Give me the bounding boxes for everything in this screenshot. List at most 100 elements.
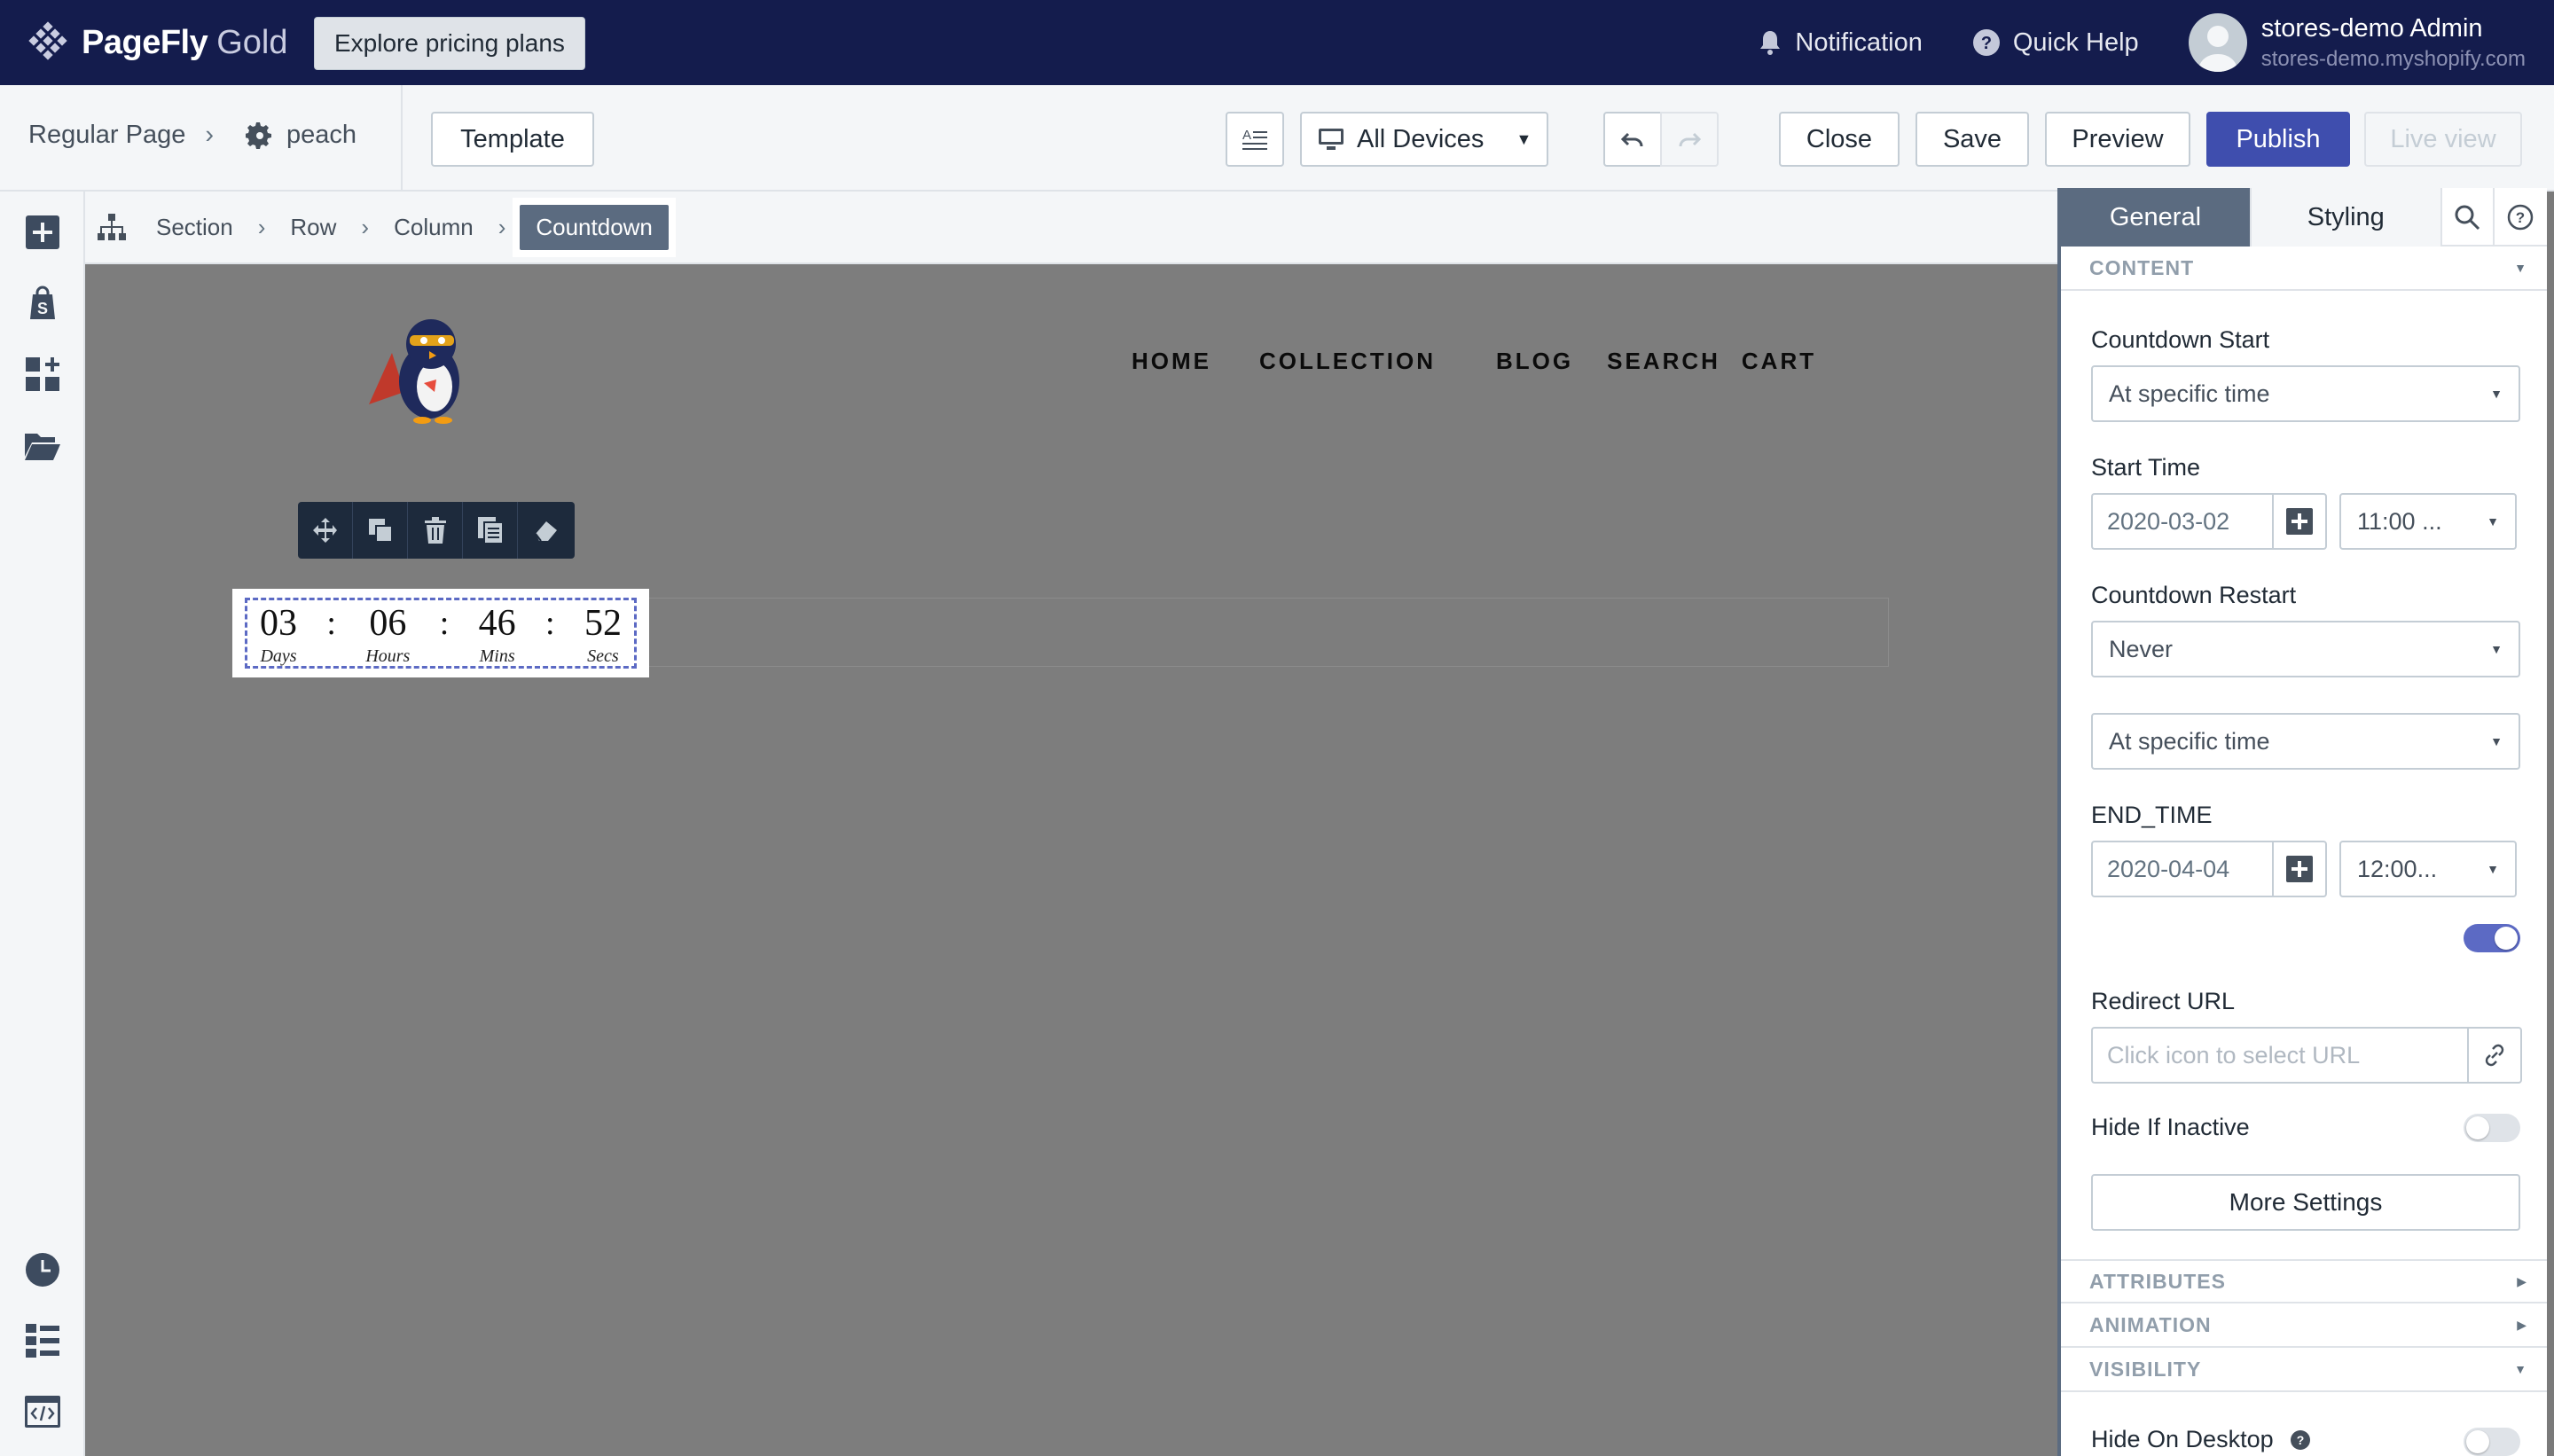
end-time-select[interactable]: 12:00... ▼ bbox=[2339, 841, 2517, 897]
nav-cart[interactable]: CART bbox=[1742, 348, 1816, 375]
clock-icon bbox=[26, 1253, 59, 1287]
breadcrumb-countdown-label: Countdown bbox=[520, 204, 669, 250]
avatar bbox=[2188, 13, 2247, 72]
breadcrumb-section[interactable]: Section bbox=[156, 214, 233, 241]
close-button[interactable]: Close bbox=[1779, 112, 1900, 167]
text-format-button[interactable]: A bbox=[1226, 112, 1284, 167]
attributes-section-header[interactable]: ATTRIBUTES ▶ bbox=[2061, 1259, 2547, 1303]
page-type-link[interactable]: Regular Page bbox=[28, 121, 185, 150]
user-info: stores-demo Admin stores-demo.myshopify.… bbox=[2261, 14, 2526, 72]
quick-help-link[interactable]: ? Quick Help bbox=[1972, 28, 2139, 58]
toggle-knob bbox=[2466, 1430, 2489, 1453]
breadcrumb-row[interactable]: Row bbox=[290, 214, 336, 241]
panel-help-button[interactable]: ? bbox=[2495, 188, 2547, 247]
live-view-button[interactable]: Live view bbox=[2364, 112, 2522, 167]
user-name: stores-demo Admin bbox=[2260, 13, 2483, 43]
help-circle-icon[interactable]: ? bbox=[2290, 1429, 2311, 1451]
code-button[interactable] bbox=[25, 1394, 60, 1429]
redirect-url-input[interactable]: Click icon to select URL bbox=[2091, 1027, 2467, 1084]
notification-label: Notification bbox=[1795, 27, 1923, 57]
publish-button[interactable]: Publish bbox=[2206, 112, 2350, 167]
caret-right-icon: ▶ bbox=[2517, 1317, 2527, 1332]
store-logo-penguin[interactable] bbox=[360, 300, 493, 433]
animation-section-header[interactable]: ANIMATION ▶ bbox=[2061, 1303, 2547, 1348]
outline-button[interactable] bbox=[25, 1323, 60, 1358]
end-mode-select[interactable]: At specific time ▼ bbox=[2091, 713, 2520, 770]
shopify-button[interactable]: S bbox=[25, 286, 60, 321]
undo-button[interactable] bbox=[1603, 112, 1662, 167]
element-breadcrumb: Section › Row › Column › Countdown bbox=[85, 192, 2057, 264]
hide-desktop-toggle[interactable] bbox=[2464, 1428, 2520, 1456]
plus-square-icon bbox=[26, 215, 59, 249]
paste-style-button[interactable] bbox=[518, 502, 573, 559]
page-breadcrumb: Regular Page › peach bbox=[28, 121, 356, 150]
select-url-button[interactable] bbox=[2467, 1027, 2522, 1084]
countdown-days: 03 Days bbox=[260, 600, 297, 667]
chevron-right-icon: › bbox=[257, 213, 266, 240]
countdown-element[interactable]: 03 Days : 06 Hours : 46 Mins : 52 Secs bbox=[232, 589, 649, 677]
duplicate-button[interactable] bbox=[353, 502, 408, 559]
breadcrumb-column[interactable]: Column bbox=[394, 214, 474, 241]
redirect-toggle[interactable] bbox=[2464, 924, 2520, 952]
page-name[interactable]: peach bbox=[286, 121, 356, 150]
countdown-restart-select[interactable]: Never ▼ bbox=[2091, 621, 2520, 677]
countdown-start-label: Countdown Start bbox=[2091, 326, 2270, 353]
row-outline bbox=[484, 598, 1889, 667]
explore-pricing-button[interactable]: Explore pricing plans bbox=[314, 17, 585, 70]
desktop-icon bbox=[1319, 129, 1344, 150]
history-button[interactable] bbox=[25, 1252, 60, 1288]
countdown-start-select[interactable]: At specific time ▼ bbox=[2091, 365, 2520, 422]
add-element-button[interactable] bbox=[25, 215, 60, 250]
start-date-picker-button[interactable] bbox=[2272, 493, 2327, 550]
text-align-icon: A bbox=[1242, 128, 1267, 150]
sitemap-icon[interactable] bbox=[98, 214, 126, 240]
more-settings-button[interactable]: More Settings bbox=[2091, 1174, 2520, 1231]
end-mode-value: At specific time bbox=[2109, 727, 2270, 755]
trash-icon bbox=[424, 517, 446, 544]
move-button[interactable] bbox=[298, 502, 353, 559]
help-circle-icon: ? bbox=[1972, 29, 2000, 56]
preview-button[interactable]: Preview bbox=[2045, 112, 2190, 167]
end-time-label: END_TIME bbox=[2091, 802, 2213, 828]
editor-canvas[interactable]: Section › Row › Column › Countdown HOME … bbox=[85, 192, 2057, 1456]
caret-down-icon: ▼ bbox=[1516, 129, 1532, 148]
gear-icon[interactable] bbox=[246, 121, 274, 150]
nav-search[interactable]: SEARCH bbox=[1607, 348, 1720, 375]
hide-inactive-label: Hide If Inactive bbox=[2091, 1114, 2250, 1140]
hide-inactive-toggle[interactable] bbox=[2464, 1114, 2520, 1142]
folder-button[interactable] bbox=[25, 427, 60, 463]
brand[interactable]: PageFly Gold bbox=[27, 21, 288, 64]
copy-style-button[interactable] bbox=[463, 502, 518, 559]
breadcrumb-countdown[interactable]: Countdown bbox=[513, 197, 676, 257]
notification-link[interactable]: Notification bbox=[1758, 27, 1923, 58]
apps-button[interactable] bbox=[25, 356, 60, 392]
delete-button[interactable] bbox=[408, 502, 463, 559]
panel-search-button[interactable] bbox=[2442, 188, 2495, 247]
countdown-timer[interactable]: 03 Days : 06 Hours : 46 Mins : 52 Secs bbox=[245, 598, 637, 669]
user-menu[interactable]: stores-demo Admin stores-demo.myshopify.… bbox=[2188, 13, 2526, 72]
folder-open-icon bbox=[25, 434, 60, 460]
save-button[interactable]: Save bbox=[1916, 112, 2029, 167]
end-date-picker-button[interactable] bbox=[2272, 841, 2327, 897]
caret-down-icon: ▼ bbox=[2514, 261, 2527, 275]
visibility-section-header[interactable]: VISIBILITY ▼ bbox=[2061, 1348, 2547, 1392]
nav-home[interactable]: HOME bbox=[1132, 348, 1211, 375]
countdown-restart-value: Never bbox=[2109, 635, 2174, 662]
device-select[interactable]: All Devices ▼ bbox=[1300, 112, 1548, 167]
countdown-separator: : bbox=[439, 605, 450, 642]
tab-general[interactable]: General bbox=[2061, 188, 2252, 247]
tab-styling[interactable]: Styling bbox=[2251, 188, 2442, 247]
redo-button[interactable] bbox=[1660, 112, 1719, 167]
nav-blog[interactable]: BLOG bbox=[1496, 348, 1573, 375]
countdown-days-value: 03 bbox=[260, 603, 297, 644]
start-date-input[interactable]: 2020-03-02 bbox=[2091, 493, 2272, 550]
template-button[interactable]: Template bbox=[431, 112, 594, 167]
device-label: All Devices bbox=[1357, 124, 1485, 153]
nav-collection[interactable]: COLLECTION bbox=[1259, 348, 1436, 375]
redo-icon bbox=[1679, 132, 1701, 147]
caret-down-icon: ▼ bbox=[2490, 734, 2503, 748]
plus-square-icon bbox=[2286, 856, 2313, 882]
end-date-input[interactable]: 2020-04-04 bbox=[2091, 841, 2272, 897]
start-time-select[interactable]: 11:00 ... ▼ bbox=[2339, 493, 2517, 550]
content-section-header[interactable]: CONTENT ▼ bbox=[2061, 247, 2547, 291]
